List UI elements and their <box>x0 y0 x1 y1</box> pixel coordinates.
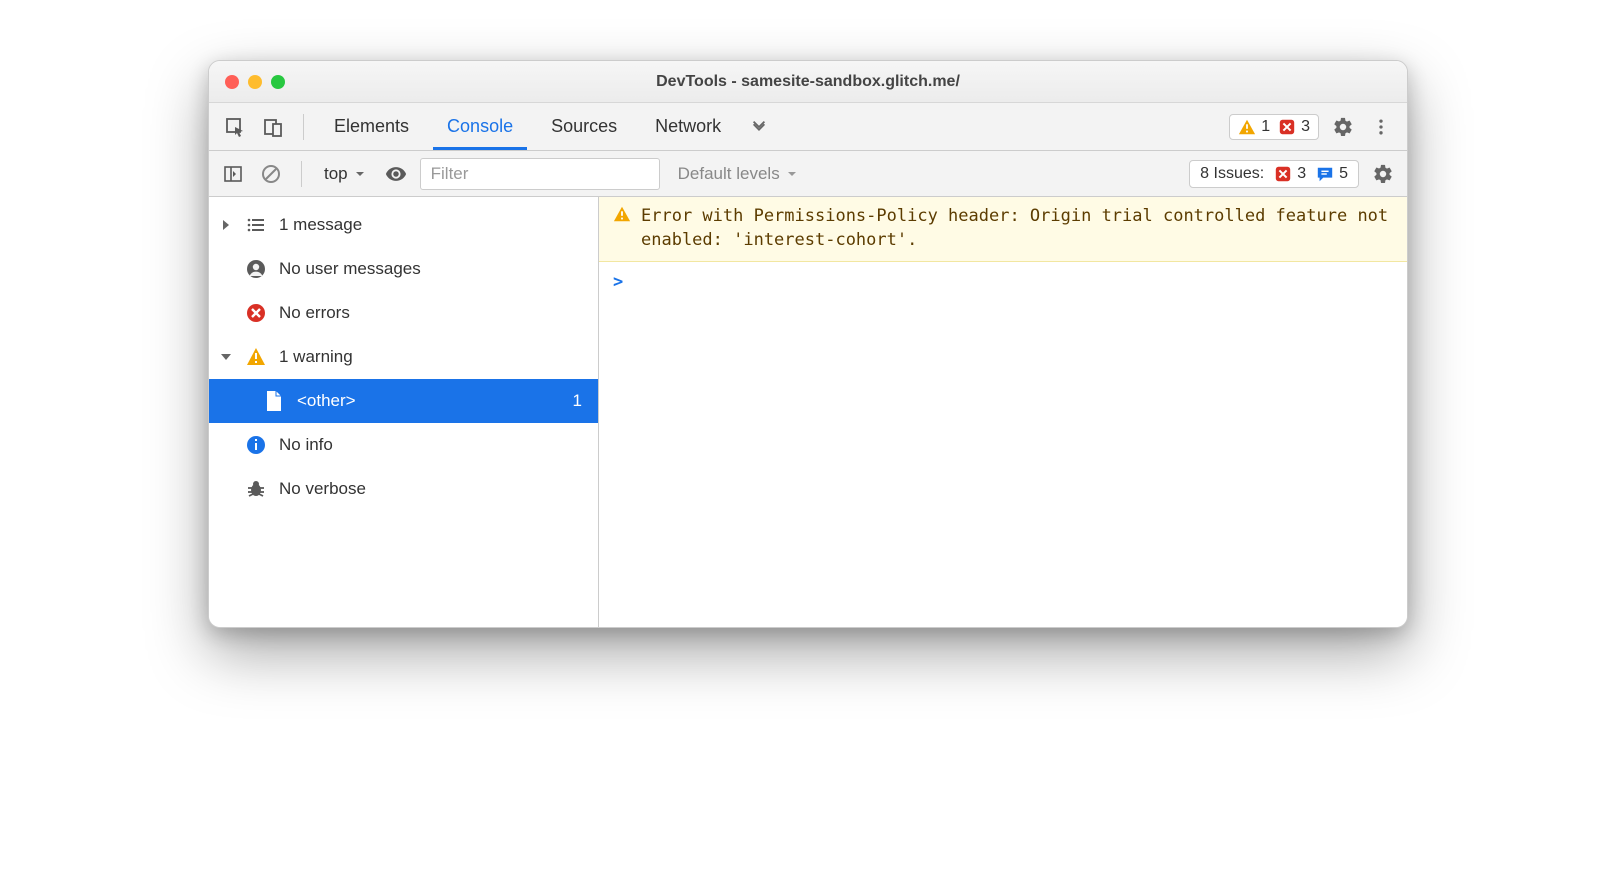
inspect-element-icon[interactable] <box>221 113 249 141</box>
info-icon <box>245 434 267 456</box>
sidebar-info-label: No info <box>279 435 333 455</box>
divider <box>303 114 304 140</box>
error-icon <box>1274 165 1292 183</box>
warning-count: 1 <box>1261 118 1270 136</box>
prompt-chevron-icon: > <box>613 272 623 292</box>
error-circle-icon <box>245 302 267 324</box>
status-badges[interactable]: 1 3 <box>1229 114 1319 140</box>
issues-error-count: 3 <box>1297 165 1306 183</box>
tab-network[interactable]: Network <box>641 104 735 150</box>
main-area: 1 message No user messages No errors <box>209 197 1407 627</box>
user-icon <box>245 258 267 280</box>
file-icon <box>263 390 285 412</box>
warning-icon <box>245 346 267 368</box>
device-toolbar-icon[interactable] <box>259 113 287 141</box>
window-title: DevTools - samesite-sandbox.glitch.me/ <box>209 73 1407 91</box>
console-sidebar: 1 message No user messages No errors <box>209 197 599 627</box>
console-filter-bar: top Default levels 8 Issues: 3 5 <box>209 151 1407 197</box>
levels-label: Default levels <box>678 164 780 184</box>
close-window-button[interactable] <box>225 75 239 89</box>
sidebar-verbose-label: No verbose <box>279 479 366 499</box>
issues-info-count: 5 <box>1339 165 1348 183</box>
console-output: Error with Permissions-Policy header: Or… <box>599 197 1407 627</box>
context-label: top <box>324 164 348 184</box>
divider <box>301 161 302 187</box>
kebab-menu-icon[interactable] <box>1367 113 1395 141</box>
info-chat-icon <box>1316 165 1334 183</box>
warning-icon <box>613 205 631 223</box>
sidebar-warnings-label: 1 warning <box>279 347 353 367</box>
chevron-down-icon <box>786 168 798 180</box>
chevron-down-icon <box>219 352 233 362</box>
log-levels-dropdown[interactable]: Default levels <box>670 160 806 188</box>
list-icon <box>245 214 267 236</box>
chevron-down-icon <box>354 168 366 180</box>
issues-error-badge: 3 <box>1274 165 1306 183</box>
tab-console[interactable]: Console <box>433 104 527 150</box>
issues-box[interactable]: 8 Issues: 3 5 <box>1189 160 1359 188</box>
console-settings-icon[interactable] <box>1369 160 1397 188</box>
devtools-window: DevTools - samesite-sandbox.glitch.me/ E… <box>208 60 1408 628</box>
filter-input[interactable] <box>420 158 660 190</box>
sidebar-warnings-row[interactable]: 1 warning <box>209 335 598 379</box>
sidebar-user-label: No user messages <box>279 259 421 279</box>
toggle-sidebar-icon[interactable] <box>219 160 247 188</box>
sidebar-other-label: <other> <box>297 391 356 411</box>
traffic-lights <box>209 75 285 89</box>
minimize-window-button[interactable] <box>248 75 262 89</box>
tab-sources[interactable]: Sources <box>537 104 631 150</box>
warning-text: Error with Permissions-Policy header: Or… <box>641 205 1393 253</box>
console-prompt[interactable]: > <box>599 262 1407 302</box>
sidebar-info-row[interactable]: No info <box>209 423 598 467</box>
issues-label: 8 Issues: <box>1200 165 1264 183</box>
error-count-badge[interactable]: 3 <box>1278 118 1310 136</box>
tab-elements[interactable]: Elements <box>320 104 423 150</box>
more-tabs-icon[interactable] <box>745 113 773 141</box>
main-toolbar: Elements Console Sources Network 1 3 <box>209 103 1407 151</box>
settings-icon[interactable] <box>1329 113 1357 141</box>
warning-icon <box>1238 118 1256 136</box>
console-warning-message[interactable]: Error with Permissions-Policy header: Or… <box>599 197 1407 262</box>
warning-count-badge[interactable]: 1 <box>1238 118 1270 136</box>
sidebar-errors-row[interactable]: No errors <box>209 291 598 335</box>
sidebar-user-row[interactable]: No user messages <box>209 247 598 291</box>
sidebar-messages-row[interactable]: 1 message <box>209 203 598 247</box>
zoom-window-button[interactable] <box>271 75 285 89</box>
bug-icon <box>245 478 267 500</box>
titlebar: DevTools - samesite-sandbox.glitch.me/ <box>209 61 1407 103</box>
error-icon <box>1278 118 1296 136</box>
sidebar-other-count: 1 <box>573 391 582 411</box>
live-expression-icon[interactable] <box>382 160 410 188</box>
sidebar-errors-label: No errors <box>279 303 350 323</box>
chevron-right-icon <box>219 219 233 231</box>
sidebar-verbose-row[interactable]: No verbose <box>209 467 598 511</box>
context-selector[interactable]: top <box>318 160 372 188</box>
sidebar-other-row[interactable]: <other> 1 <box>209 379 598 423</box>
clear-console-icon[interactable] <box>257 160 285 188</box>
sidebar-messages-label: 1 message <box>279 215 362 235</box>
error-count: 3 <box>1301 118 1310 136</box>
issues-info-badge: 5 <box>1316 165 1348 183</box>
